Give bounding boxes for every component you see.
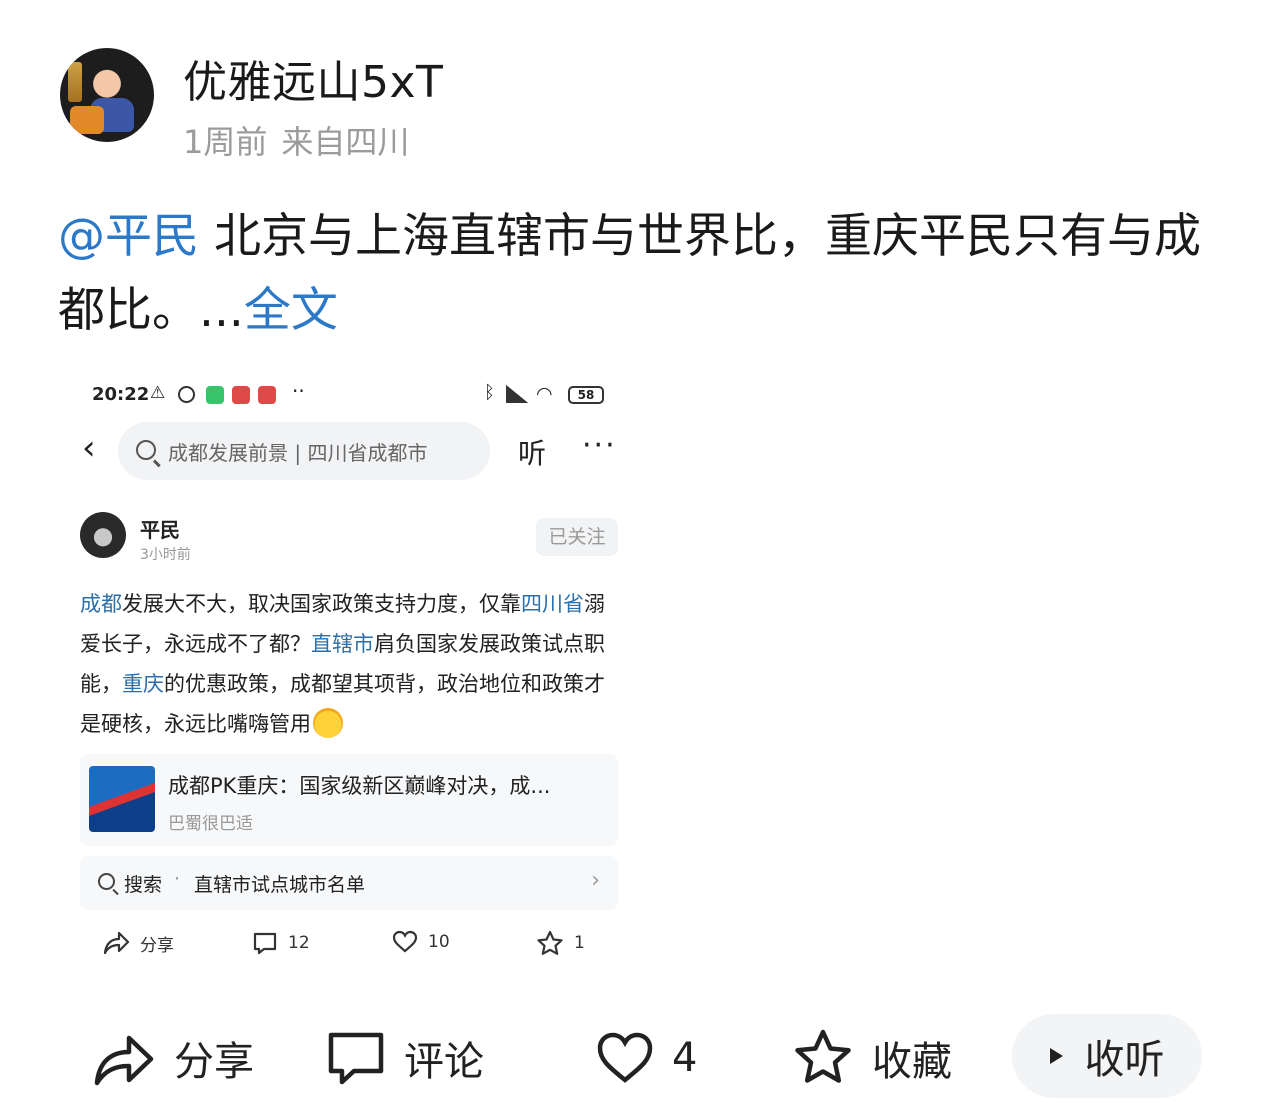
share-icon	[103, 931, 130, 955]
inner-author-avatar[interactable]	[80, 512, 126, 558]
listen-label: 收听	[1084, 1037, 1165, 1083]
inner-text-segment: 发展大不大，取决国家政策支持力度，仅靠	[122, 592, 521, 616]
favorite-label: 收藏	[872, 1039, 952, 1085]
favorite-button[interactable]: 收藏	[792, 1022, 952, 1094]
inner-post-time: 3小时前	[140, 547, 191, 563]
wechat-icon	[206, 386, 224, 404]
post-time: 1周前	[183, 123, 268, 161]
app-notification-icon-2	[258, 386, 276, 404]
article-thumbnail	[89, 766, 155, 832]
follow-button[interactable]: 已关注	[536, 518, 618, 556]
laughing-emoji-icon	[313, 708, 343, 738]
inner-comment-count: 12	[288, 933, 310, 953]
heart-icon	[597, 1032, 653, 1083]
listen-audio-button[interactable]: 收听	[1012, 1014, 1202, 1098]
inner-favorite-count: 1	[574, 933, 585, 953]
post-location: 来自四川	[281, 123, 410, 161]
status-time: 20:22	[92, 384, 150, 405]
share-icon	[94, 1035, 154, 1086]
play-icon	[1049, 1048, 1063, 1064]
share-button[interactable]: 分享	[92, 1022, 254, 1094]
comment-icon	[253, 932, 277, 955]
like-count: 4	[672, 1035, 698, 1081]
listen-button[interactable]: 听	[518, 432, 546, 472]
article-title: 成都PK重庆：国家级新区巅峰对决，成...	[168, 774, 551, 798]
star-icon	[795, 1029, 851, 1083]
search-icon	[98, 873, 115, 890]
inner-like-button[interactable]: 10	[392, 930, 450, 954]
embedded-screenshot[interactable]: 20:22 ⚠ ·· ᛒ ◠ 58 ‹ 成都发展前景 | 四川省成都市 听 ··…	[62, 366, 642, 972]
inner-share-button[interactable]: 分享	[102, 930, 174, 956]
comment-icon	[328, 1032, 384, 1085]
article-source: 巴蜀很巴适	[168, 814, 253, 834]
related-search-separator: ·	[174, 868, 181, 890]
like-button[interactable]: 4	[596, 1022, 697, 1094]
full-text-link[interactable]: 全文	[244, 283, 338, 338]
inner-topic-link[interactable]: 四川省	[521, 592, 584, 616]
post-meta: 1周前 来自四川	[183, 117, 409, 163]
author-avatar[interactable]	[60, 48, 154, 142]
inner-favorite-button[interactable]: 1	[536, 930, 585, 956]
alarm-icon	[178, 386, 195, 403]
back-arrow-icon[interactable]: ‹	[82, 431, 104, 466]
chevron-right-icon: ›	[591, 868, 600, 893]
inner-topic-link[interactable]: 直辖市	[311, 632, 374, 656]
search-placeholder: 成都发展前景 | 四川省成都市	[168, 441, 428, 465]
battery-icon: 58	[568, 386, 604, 404]
bottom-action-bar: 分享 评论 4 收藏 收听	[0, 1010, 1280, 1106]
inner-topic-link[interactable]: 重庆	[122, 672, 164, 696]
inner-author-name[interactable]: 平民	[140, 514, 180, 543]
comment-label: 评论	[404, 1039, 484, 1085]
inner-like-count: 10	[428, 932, 450, 952]
app-notification-icon	[232, 386, 250, 404]
search-bar[interactable]: 成都发展前景 | 四川省成都市	[118, 422, 490, 480]
author-username[interactable]: 优雅远山5xT	[183, 46, 443, 110]
linked-article-card[interactable]: 成都PK重庆：国家级新区巅峰对决，成... 巴蜀很巴适	[80, 754, 618, 846]
status-bar: 20:22 ⚠ ·· ᛒ ◠ 58	[62, 379, 642, 412]
heart-icon	[392, 930, 418, 953]
signal-icon	[506, 385, 528, 403]
avatar-decoration	[68, 62, 82, 102]
post-text: @平民 北京与上海直辖市与世界比，重庆平民只有与成都比。...全文	[58, 200, 1238, 348]
wifi-icon: ◠	[536, 383, 553, 405]
bluetooth-icon: ᛒ	[484, 382, 495, 403]
inner-post-text: 成都发展大不大，取决国家政策支持力度，仅靠四川省溺爱长子，永远成不了都？直辖市肩…	[80, 584, 620, 744]
avatar-jar	[70, 106, 104, 134]
alarm-off-icon: ⚠	[150, 383, 166, 403]
related-search-label: 搜索	[124, 874, 163, 896]
star-icon	[537, 930, 563, 955]
related-search-row[interactable]: 搜索 · 直辖市试点城市名单 ›	[80, 856, 618, 910]
search-icon	[136, 440, 156, 460]
mention-link[interactable]: @平民	[58, 209, 199, 264]
inner-topic-link[interactable]: 成都	[80, 592, 122, 616]
inner-comment-button[interactable]: 12	[252, 930, 310, 956]
related-search-query: 直辖市试点城市名单	[194, 874, 366, 896]
share-label: 分享	[174, 1039, 254, 1085]
comment-button[interactable]: 评论	[326, 1022, 484, 1094]
more-icon[interactable]: ···	[582, 428, 617, 463]
more-notifications-icon: ··	[292, 379, 305, 403]
inner-share-label: 分享	[140, 935, 174, 956]
inner-action-bar: 分享 12 10 1	[62, 926, 642, 966]
post-body: 北京与上海直辖市与世界比，重庆平民只有与成都比。...	[58, 209, 1201, 338]
